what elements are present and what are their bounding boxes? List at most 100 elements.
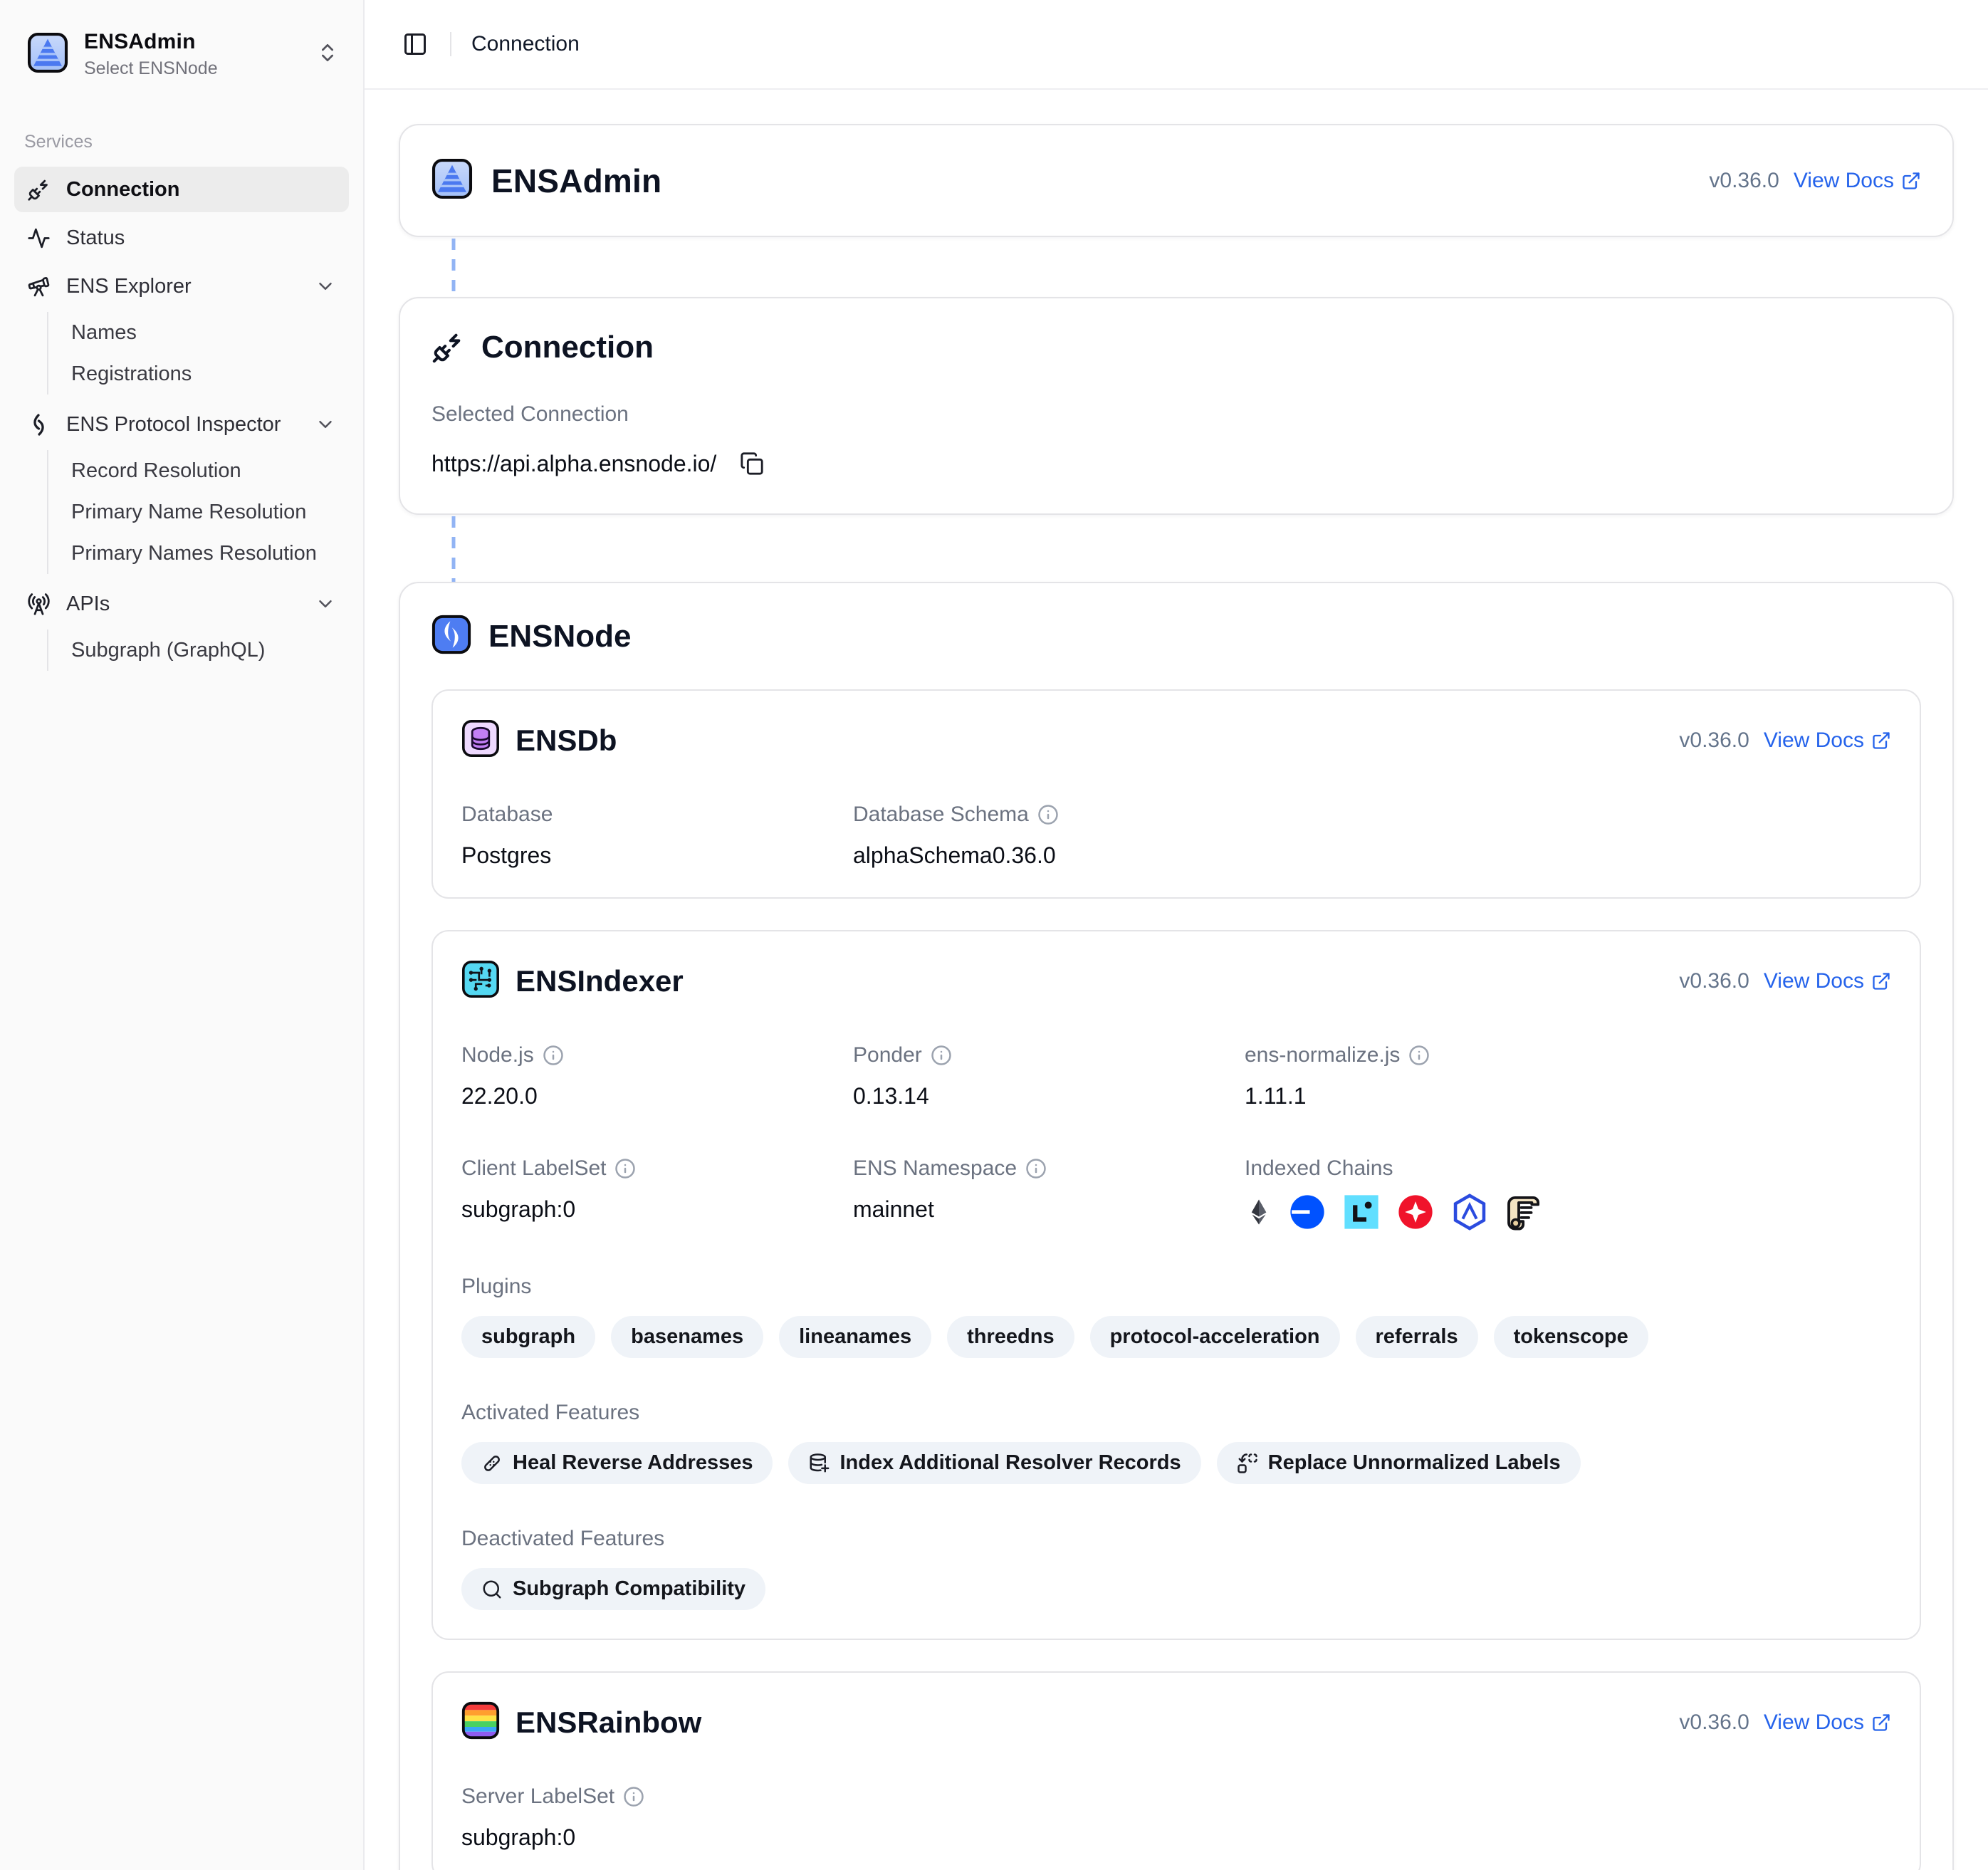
plugins-label: Plugins bbox=[461, 1275, 1891, 1299]
ensadmin-card-title: ENSAdmin bbox=[491, 162, 661, 200]
sidebar-item-apis[interactable]: APIs bbox=[14, 581, 349, 627]
chevron-down-icon bbox=[315, 593, 336, 615]
field-client-labelset: Client LabelSet subgraph:0 bbox=[461, 1156, 853, 1232]
plug-zap-icon bbox=[27, 178, 51, 202]
plugin-badge: lineanames bbox=[779, 1316, 931, 1358]
info-icon[interactable] bbox=[1408, 1045, 1430, 1066]
indexed-chains-row bbox=[1245, 1192, 1636, 1232]
ensnode-selector[interactable]: ENSAdmin Select ENSNode bbox=[20, 24, 346, 85]
ensadmin-logo-icon bbox=[27, 32, 68, 77]
app-root: ENSAdmin Select ENSNode Services Connect… bbox=[0, 0, 1988, 1870]
feature-badge-heal-reverse-addresses: Heal Reverse Addresses bbox=[461, 1442, 773, 1484]
info-icon[interactable] bbox=[543, 1045, 564, 1066]
ensrainbow-card: ENSRainbow v0.36.0 View Docs Server bbox=[431, 1671, 1921, 1870]
search-icon bbox=[481, 1579, 503, 1600]
radio-tower-icon bbox=[27, 592, 51, 616]
field-nodejs: Node.js 22.20.0 bbox=[461, 1043, 853, 1109]
ensnode-card: ENSNode bbox=[399, 582, 1954, 1870]
copy-url-button[interactable] bbox=[733, 445, 770, 482]
sidebar-item-connection[interactable]: Connection bbox=[14, 167, 349, 212]
ens-explorer-submenu: Names Registrations bbox=[47, 312, 349, 395]
topbar: Connection bbox=[365, 0, 1988, 90]
field-database: Database Postgres bbox=[461, 803, 853, 869]
chevron-down-icon bbox=[315, 414, 336, 435]
content: ENSAdmin v0.36.0 View Docs Conne bbox=[365, 90, 1988, 1870]
panel-left-icon bbox=[402, 31, 428, 57]
connector-line bbox=[450, 515, 457, 582]
ens-protocol-inspector-submenu: Record Resolution Primary Name Resolutio… bbox=[47, 450, 349, 574]
ensadmin-view-docs-link[interactable]: View Docs bbox=[1794, 169, 1921, 193]
plug-zap-icon bbox=[431, 331, 464, 364]
ensadmin-version: v0.36.0 bbox=[1709, 169, 1779, 193]
brand-subtitle: Select ENSNode bbox=[84, 58, 300, 79]
sidebar-item-registrations[interactable]: Registrations bbox=[58, 353, 349, 395]
ensindexer-logo-icon bbox=[461, 960, 500, 1002]
ensrainbow-card-title: ENSRainbow bbox=[516, 1706, 701, 1740]
ensrainbow-view-docs-link[interactable]: View Docs bbox=[1764, 1710, 1891, 1735]
field-ens-normalize: ens-normalize.js 1.11.1 bbox=[1245, 1043, 1636, 1109]
info-icon[interactable] bbox=[1025, 1158, 1047, 1179]
linea-chain-icon bbox=[1341, 1192, 1381, 1232]
external-link-icon bbox=[1871, 731, 1891, 751]
plugins-row: subgraph basenames lineanames threedns p… bbox=[461, 1316, 1891, 1358]
info-icon[interactable] bbox=[614, 1158, 636, 1179]
plugin-badge: tokenscope bbox=[1494, 1316, 1648, 1358]
plugin-badge: subgraph bbox=[461, 1316, 595, 1358]
chevron-down-icon bbox=[315, 276, 336, 297]
info-icon[interactable] bbox=[931, 1045, 952, 1066]
optimism-chain-icon bbox=[1396, 1192, 1435, 1232]
database-plus-icon bbox=[808, 1453, 830, 1474]
ensdb-version: v0.36.0 bbox=[1679, 728, 1749, 753]
field-ens-namespace: ENS Namespace mainnet bbox=[853, 1156, 1245, 1232]
ensadmin-logo-icon bbox=[431, 158, 473, 203]
ensindexer-card: ENSIndexer v0.36.0 View Docs Node. bbox=[431, 930, 1921, 1640]
connection-card: Connection Selected Connection https://a… bbox=[399, 297, 1954, 515]
sidebar-item-ens-protocol-inspector[interactable]: ENS Protocol Inspector bbox=[14, 402, 349, 447]
info-icon[interactable] bbox=[623, 1786, 644, 1807]
arbitrum-chain-icon bbox=[1450, 1192, 1490, 1232]
sidebar-toggle-button[interactable] bbox=[393, 22, 437, 66]
external-link-icon bbox=[1901, 171, 1921, 191]
telescope-icon bbox=[27, 275, 51, 298]
ensrainbow-version: v0.36.0 bbox=[1679, 1710, 1749, 1735]
sidebar-item-ens-explorer[interactable]: ENS Explorer bbox=[14, 263, 349, 309]
ensindexer-card-title: ENSIndexer bbox=[516, 964, 684, 998]
chevrons-up-down-icon bbox=[316, 41, 339, 68]
copy-icon bbox=[740, 451, 764, 476]
ensnode-card-title: ENSNode bbox=[488, 619, 631, 654]
apis-submenu: Subgraph (GraphQL) bbox=[47, 630, 349, 671]
connector-line bbox=[450, 237, 457, 297]
feature-badge-subgraph-compatibility: Subgraph Compatibility bbox=[461, 1568, 765, 1610]
connection-url: https://api.alpha.ensnode.io/ bbox=[431, 451, 716, 477]
sidebar-item-primary-names-resolution[interactable]: Primary Names Resolution bbox=[58, 533, 349, 574]
ensindexer-view-docs-link[interactable]: View Docs bbox=[1764, 969, 1891, 993]
sidebar-item-primary-name-resolution[interactable]: Primary Name Resolution bbox=[58, 491, 349, 533]
activity-icon bbox=[27, 226, 51, 250]
sidebar-item-status[interactable]: Status bbox=[14, 215, 349, 261]
ethereum-chain-icon bbox=[1245, 1192, 1273, 1232]
ensdb-logo-icon bbox=[461, 719, 500, 761]
feature-badge-replace-unnormalized-labels: Replace Unnormalized Labels bbox=[1217, 1442, 1581, 1484]
main-area: Connection ENSAdmin v0.36.0 bbox=[365, 0, 1988, 1870]
field-server-labelset: Server LabelSet subgraph:0 bbox=[461, 1785, 853, 1851]
activated-features-label: Activated Features bbox=[461, 1401, 1891, 1425]
info-icon[interactable] bbox=[1037, 804, 1059, 825]
topbar-divider bbox=[450, 32, 451, 56]
deactivated-features-row: Subgraph Compatibility bbox=[461, 1568, 1891, 1610]
bandage-icon bbox=[481, 1453, 503, 1474]
nav-section-label: Services bbox=[0, 132, 363, 152]
field-ponder: Ponder 0.13.14 bbox=[853, 1043, 1245, 1109]
sidebar: ENSAdmin Select ENSNode Services Connect… bbox=[0, 0, 365, 1870]
ensindexer-version: v0.36.0 bbox=[1679, 969, 1749, 993]
sidebar-item-record-resolution[interactable]: Record Resolution bbox=[58, 450, 349, 491]
activated-features-row: Heal Reverse Addresses Index Additional … bbox=[461, 1442, 1891, 1484]
external-link-icon bbox=[1871, 1713, 1891, 1733]
ensadmin-card: ENSAdmin v0.36.0 View Docs bbox=[399, 124, 1954, 237]
ensdb-view-docs-link[interactable]: View Docs bbox=[1764, 728, 1891, 753]
ensdb-card: ENSDb v0.36.0 View Docs Database bbox=[431, 689, 1921, 899]
deactivated-features-label: Deactivated Features bbox=[461, 1527, 1891, 1551]
scroll-chain-icon bbox=[1504, 1192, 1544, 1232]
sidebar-item-subgraph-graphql[interactable]: Subgraph (GraphQL) bbox=[58, 630, 349, 671]
ensnode-logo-icon bbox=[431, 615, 471, 658]
sidebar-item-names[interactable]: Names bbox=[58, 312, 349, 353]
